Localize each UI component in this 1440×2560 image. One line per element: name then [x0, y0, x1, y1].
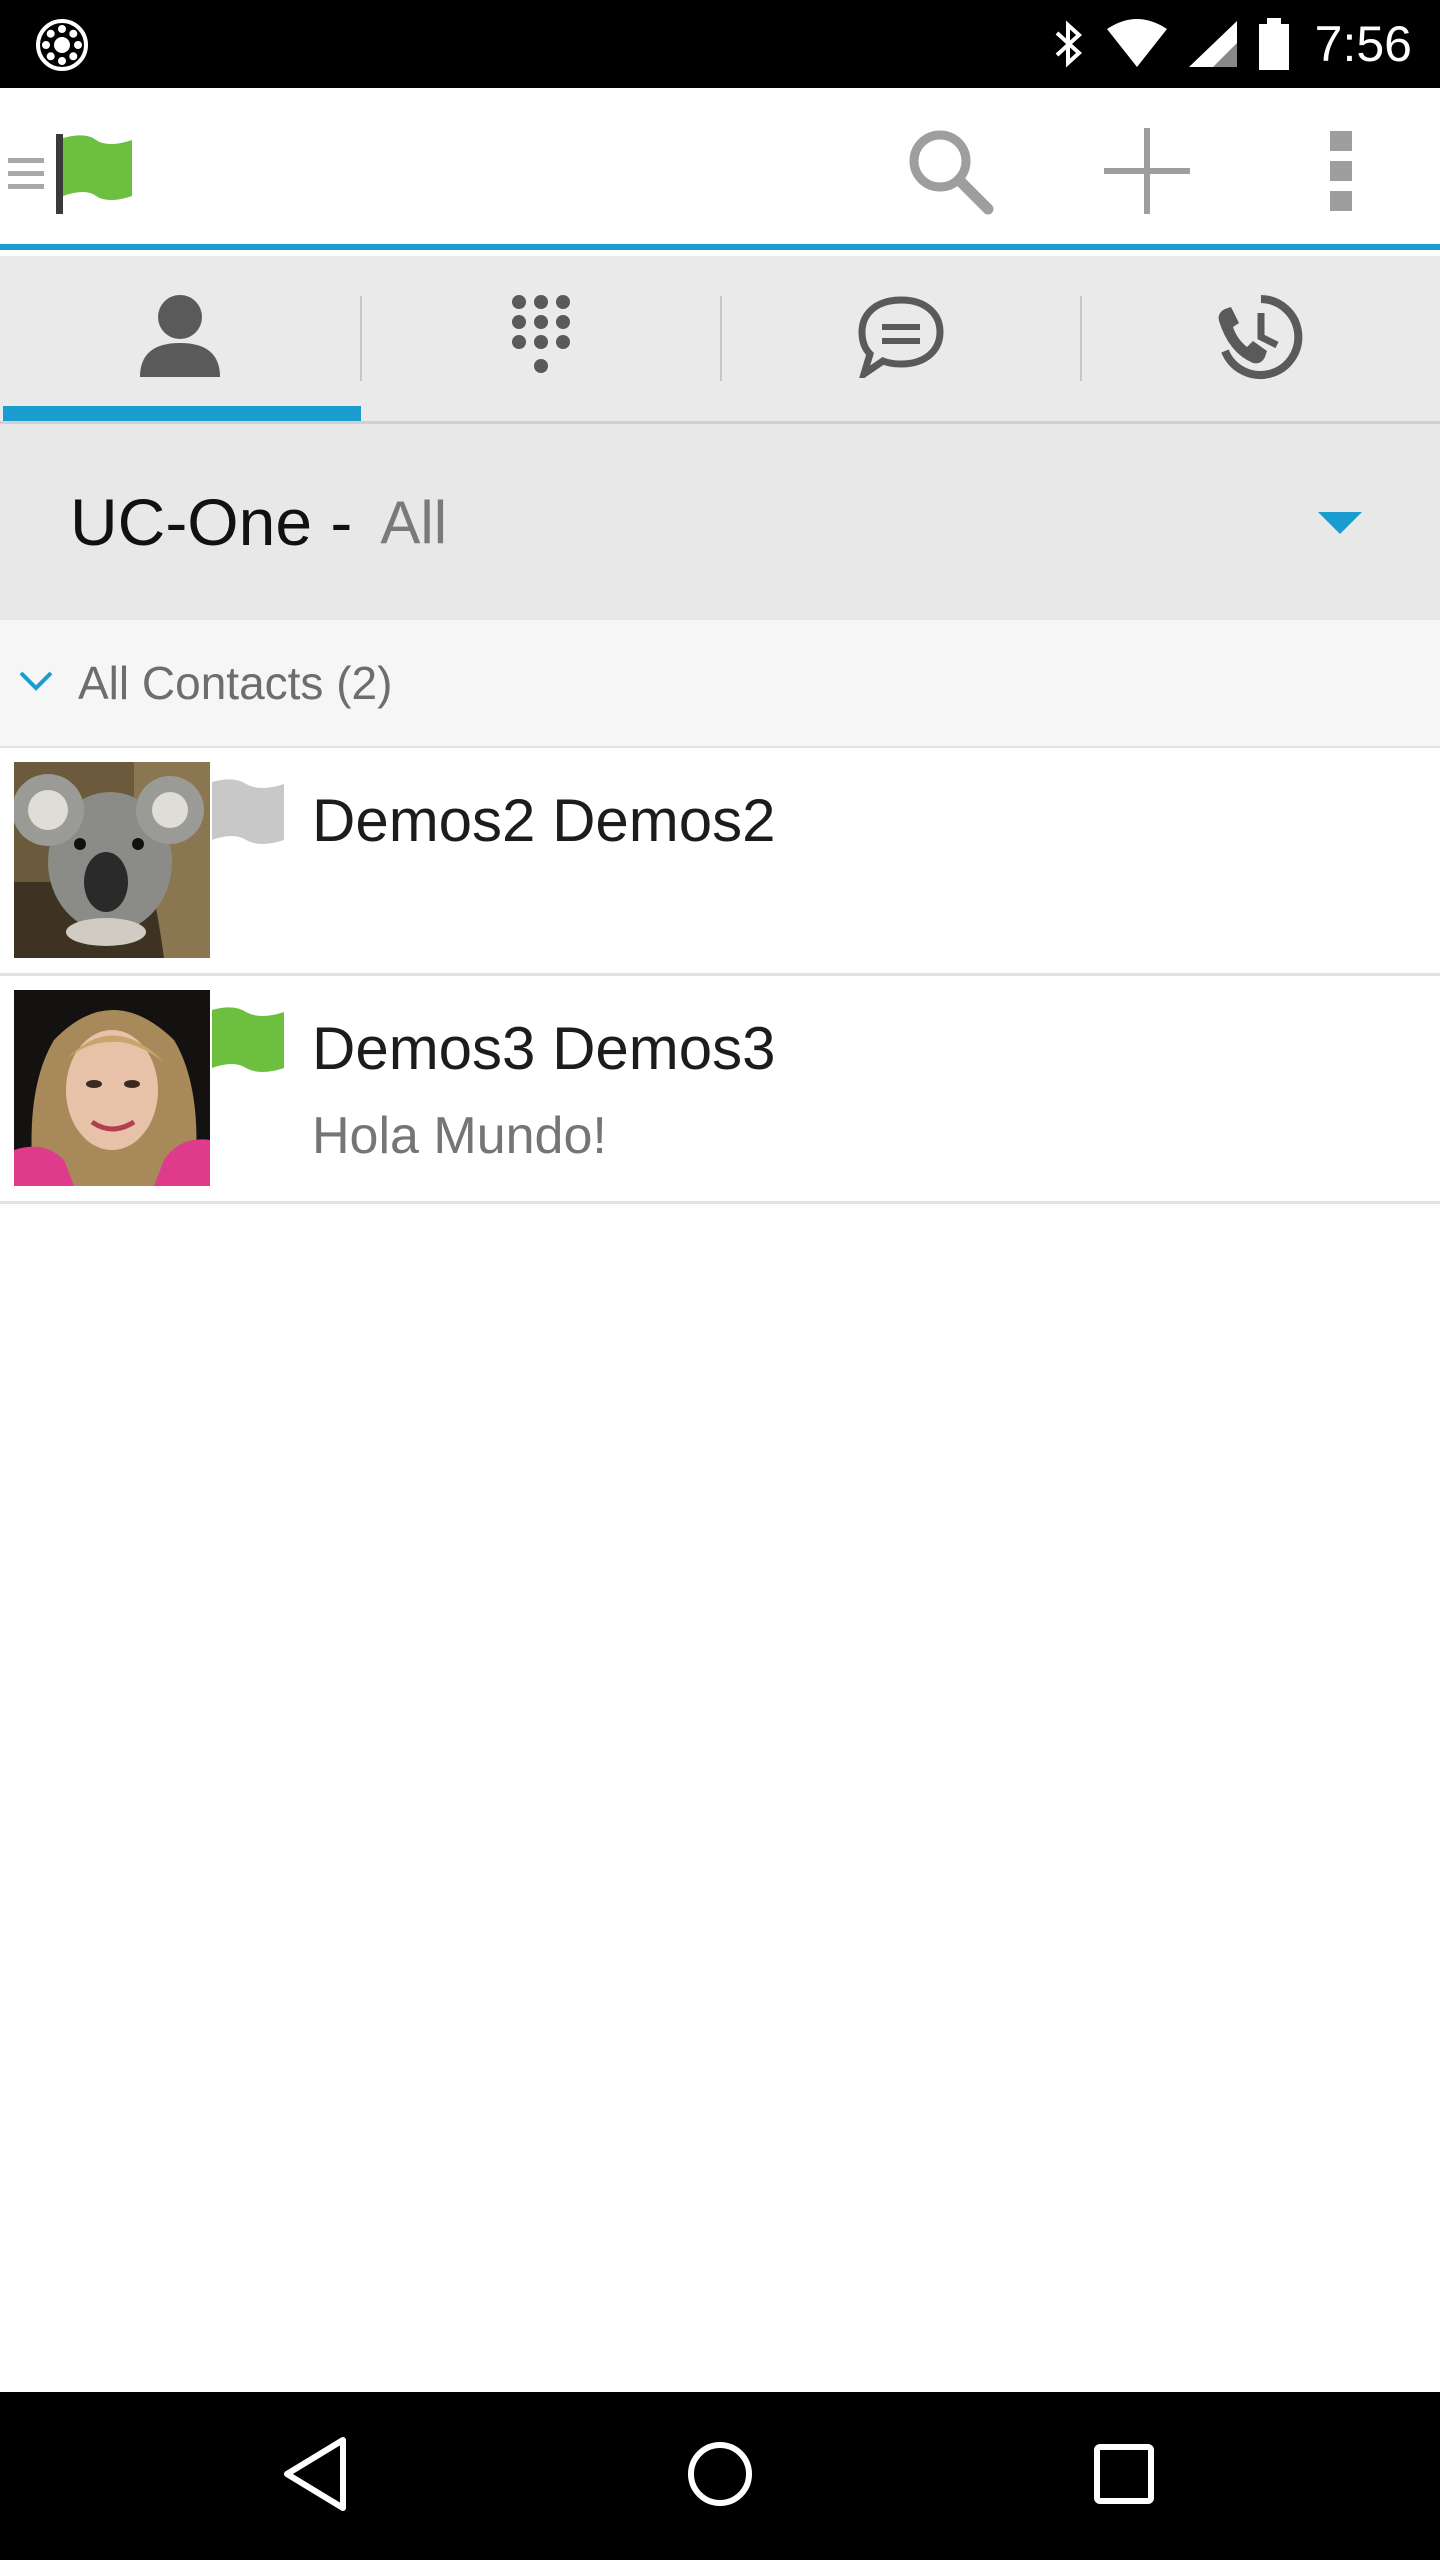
- contact-name: Demos2 Demos2: [312, 787, 776, 854]
- account-filter-dropdown[interactable]: UC-One - All: [0, 424, 1440, 620]
- contact-row[interactable]: Demos3 Demos3 Hola Mundo!: [0, 976, 1440, 1204]
- call-history-icon: [1213, 291, 1309, 386]
- back-icon: [281, 2436, 351, 2517]
- tab-dialpad[interactable]: [361, 256, 721, 421]
- system-navigation-bar: [0, 2392, 1440, 2560]
- app-bar: [0, 88, 1440, 250]
- presence-available-flag-icon: [210, 1006, 286, 1081]
- recents-icon: [1092, 2442, 1156, 2511]
- bluetooth-icon: [1051, 19, 1087, 69]
- home-button[interactable]: [670, 2426, 770, 2526]
- green-flag-icon: [46, 134, 138, 219]
- tab-contacts[interactable]: [0, 256, 360, 421]
- filter-value: All: [380, 488, 448, 556]
- avatar: [14, 990, 210, 1186]
- recents-button[interactable]: [1074, 2426, 1174, 2526]
- contact-status-message: Hola Mundo!: [312, 1107, 607, 1165]
- back-button[interactable]: [266, 2426, 366, 2526]
- dropdown-arrow-icon: [1318, 512, 1362, 541]
- contact-row[interactable]: Demos2 Demos2: [0, 748, 1440, 976]
- selected-tab-indicator: [3, 406, 361, 421]
- clock: 7:56: [1314, 16, 1412, 72]
- tab-call-history[interactable]: [1081, 256, 1440, 421]
- settings-wheel-icon: [34, 17, 90, 73]
- group-label: All Contacts (2): [78, 657, 393, 709]
- overflow-menu-button[interactable]: [1286, 118, 1396, 228]
- drawer-menu-icon: [6, 150, 46, 203]
- tab-chat[interactable]: [721, 256, 1081, 421]
- dialpad-icon: [509, 294, 573, 383]
- wifi-icon: [1105, 19, 1169, 69]
- search-button[interactable]: [895, 118, 1005, 228]
- contact-name: Demos3 Demos3: [312, 1015, 776, 1082]
- home-icon: [685, 2439, 755, 2514]
- add-button[interactable]: [1092, 118, 1202, 228]
- cell-signal-icon: [1187, 19, 1239, 69]
- presence-offline-flag-icon: [210, 778, 286, 853]
- tab-bar: [0, 256, 1440, 424]
- battery-icon: [1257, 18, 1291, 70]
- add-icon: [1102, 126, 1192, 221]
- chevron-down-icon: [18, 670, 54, 697]
- chat-bubble-icon: [856, 294, 946, 383]
- account-name: UC-One -: [70, 485, 353, 559]
- contact-group-header[interactable]: All Contacts (2): [0, 620, 1440, 748]
- navigation-drawer-button[interactable]: [6, 134, 138, 219]
- status-bar: 7:56: [0, 0, 1440, 88]
- overflow-menu-icon: [1326, 129, 1356, 218]
- contacts-person-icon: [138, 293, 222, 384]
- search-icon: [902, 123, 998, 224]
- avatar: [14, 762, 210, 958]
